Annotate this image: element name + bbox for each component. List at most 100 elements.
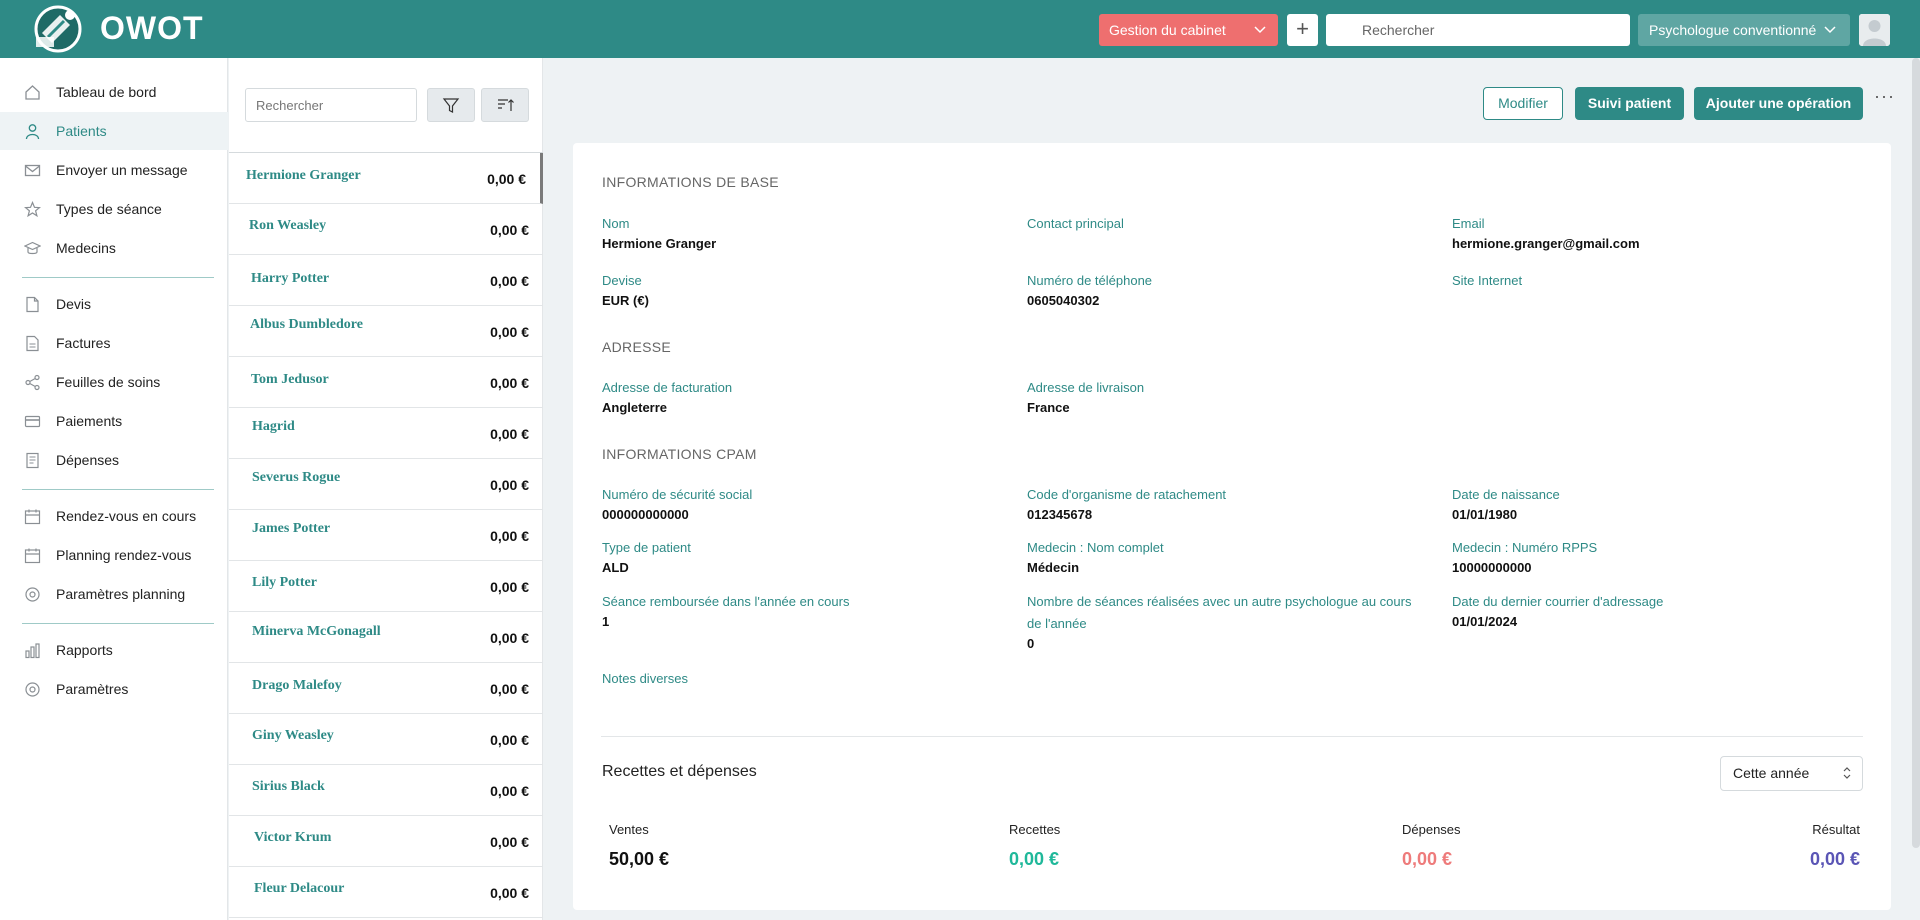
field-value: 01/01/2024: [1452, 614, 1518, 629]
field-name: Nom Hermione Granger: [602, 213, 1002, 253]
more-options-icon[interactable]: ···: [1874, 86, 1895, 107]
modify-button[interactable]: Modifier: [1483, 87, 1563, 120]
patient-list-panel: Hermione Granger 0,00 € Ron Weasley 0,00 €…: [229, 58, 543, 920]
patient-followup-button[interactable]: Suivi patient: [1575, 87, 1684, 120]
chevron-down-icon: [1824, 26, 1836, 34]
patient-row[interactable]: Drago Malefoy 0,00 €: [229, 663, 543, 714]
section-title-base: INFORMATIONS DE BASE: [602, 174, 779, 190]
patient-name: Harry Potter: [251, 271, 330, 286]
sidebar-item-settings[interactable]: Paramètres: [0, 670, 228, 708]
patient-row[interactable]: Minerva McGonagall 0,00 €: [229, 612, 543, 663]
patient-rows: Hermione Granger 0,00 € Ron Weasley 0,00 €…: [229, 152, 543, 918]
patient-row[interactable]: Giny Weasley 0,00 €: [229, 714, 543, 765]
sidebar-item-label: Dépenses: [56, 452, 120, 468]
sidebar-item-doctors[interactable]: Medecins: [0, 229, 228, 267]
sidebar-item-reports[interactable]: Rapports: [0, 631, 228, 669]
patient-row[interactable]: Ron Weasley 0,00 €: [229, 204, 543, 255]
calendar-icon: [24, 509, 41, 525]
result-label: Résultat: [1812, 822, 1860, 837]
add-operation-button[interactable]: Ajouter une opération: [1694, 87, 1863, 120]
field-label: Notes diverses: [602, 671, 688, 686]
owot-logo[interactable]: [30, 3, 86, 55]
field-ssn: Numéro de sécurité social 000000000000: [602, 484, 1002, 524]
patient-balance: 0,00 €: [490, 783, 529, 799]
bar-chart-icon: [25, 643, 40, 659]
field-label: Adresse de facturation: [602, 380, 733, 395]
filter-button[interactable]: [427, 88, 475, 122]
sort-button[interactable]: [481, 88, 529, 122]
sidebar-item-label: Factures: [56, 335, 111, 351]
sidebar-divider: [22, 623, 214, 624]
patient-search-input[interactable]: [245, 88, 417, 122]
page-scrollbar[interactable]: [1912, 58, 1920, 848]
field-label: Adresse de livraison: [1027, 380, 1145, 395]
settings-icon: [25, 587, 40, 602]
sidebar-item-session-types[interactable]: Types de séance: [0, 190, 228, 228]
cabinet-dropdown-label: Gestion du cabinet: [1109, 22, 1226, 38]
field-label: Email: [1452, 216, 1485, 231]
sidebar-item-label: Rendez-vous en cours: [56, 508, 197, 524]
field-last-referral-letter: Date du dernier courrier d'adressage 01/…: [1452, 591, 1852, 631]
sidebar-item-dashboard[interactable]: Tableau de bord: [0, 73, 228, 111]
patient-balance: 0,00 €: [490, 834, 529, 850]
sort-icon: [498, 99, 514, 111]
sidebar-item-invoices[interactable]: Factures: [0, 324, 228, 362]
patient-row[interactable]: James Potter 0,00 €: [229, 510, 543, 561]
patient-row[interactable]: Harry Potter 0,00 €: [229, 255, 543, 306]
patient-balance: 0,00 €: [490, 885, 529, 901]
patient-row[interactable]: Sirius Black 0,00 €: [229, 765, 543, 816]
result-value: 0,00 €: [1809, 849, 1860, 869]
patient-balance: 0,00 €: [490, 477, 529, 493]
patient-balance: 0,00 €: [490, 375, 529, 391]
patient-name: Minerva McGonagall: [252, 624, 381, 639]
field-label: Séance remboursée dans l'année en cours: [602, 594, 850, 609]
sidebar-item-planning-settings[interactable]: Paramètres planning: [0, 575, 228, 613]
sidebar-item-care-sheets[interactable]: Feuilles de soins: [0, 363, 228, 401]
field-email: Email hermione.granger@gmail.com: [1452, 213, 1852, 253]
field-value: Médecin: [1027, 560, 1080, 575]
patient-name: Severus Rogue: [252, 470, 341, 485]
field-label: Medecin : Numéro RPPS: [1452, 540, 1598, 555]
field-label: Code d'organisme de ratachement: [1027, 487, 1227, 502]
patient-row[interactable]: Albus Dumbledore 0,00 €: [229, 306, 543, 357]
sidebar-item-label: Paramètres: [56, 681, 129, 697]
sidebar: Tableau de bord Patients Envoyer un mess…: [0, 58, 228, 920]
sidebar-item-payments[interactable]: Paiements: [0, 402, 228, 440]
patient-row[interactable]: Lily Potter 0,00 €: [229, 561, 543, 612]
field-value: France: [1027, 400, 1070, 415]
field-value: ALD: [602, 560, 629, 575]
field-birth-date: Date de naissance 01/01/1980: [1452, 484, 1852, 524]
sidebar-item-label: Paiements: [56, 413, 123, 429]
field-value: 000000000000: [602, 507, 689, 522]
patient-row[interactable]: Fleur Delacour 0,00 €: [229, 867, 543, 918]
user-avatar[interactable]: [1859, 14, 1890, 46]
role-dropdown[interactable]: Psychologue conventionné: [1638, 14, 1850, 46]
global-search-input[interactable]: [1326, 14, 1630, 46]
sidebar-item-quotes[interactable]: Devis: [0, 285, 228, 323]
cabinet-dropdown[interactable]: Gestion du cabinet: [1099, 14, 1278, 46]
sidebar-item-current-appointments[interactable]: Rendez-vous en cours: [0, 497, 228, 535]
sidebar-item-appointment-planning[interactable]: Planning rendez-vous: [0, 536, 228, 574]
patient-row[interactable]: Severus Rogue 0,00 €: [229, 459, 543, 510]
patient-row[interactable]: Victor Krum 0,00 €: [229, 816, 543, 867]
patient-row[interactable]: Hermione Granger 0,00 €: [229, 153, 543, 204]
patient-name: Ron Weasley: [249, 218, 327, 233]
income-label: Recettes: [1009, 822, 1061, 837]
sidebar-item-send-message[interactable]: Envoyer un message: [0, 151, 228, 189]
filter-icon: [442, 98, 460, 113]
sidebar-item-patients[interactable]: Patients: [0, 112, 228, 150]
field-label: Numéro de sécurité social: [602, 487, 753, 502]
sidebar-item-label: Medecins: [56, 240, 116, 256]
brand-name: OWOT: [100, 10, 204, 46]
patient-row[interactable]: Hagrid 0,00 €: [229, 408, 543, 459]
patient-row[interactable]: Tom Jedusor 0,00 €: [229, 357, 543, 408]
patient-balance: 0,00 €: [490, 426, 529, 442]
sidebar-item-expenses[interactable]: Dépenses: [0, 441, 228, 479]
expenses-label: Dépenses: [1402, 822, 1461, 837]
field-label: Nombre de séances réalisées avec un autr…: [1027, 594, 1412, 631]
sidebar-divider: [22, 277, 214, 278]
field-label: Site Internet: [1452, 273, 1523, 288]
period-select[interactable]: Cette année: [1720, 756, 1863, 791]
add-button[interactable]: +: [1287, 14, 1318, 46]
patient-name: Fleur Delacour: [254, 881, 345, 896]
